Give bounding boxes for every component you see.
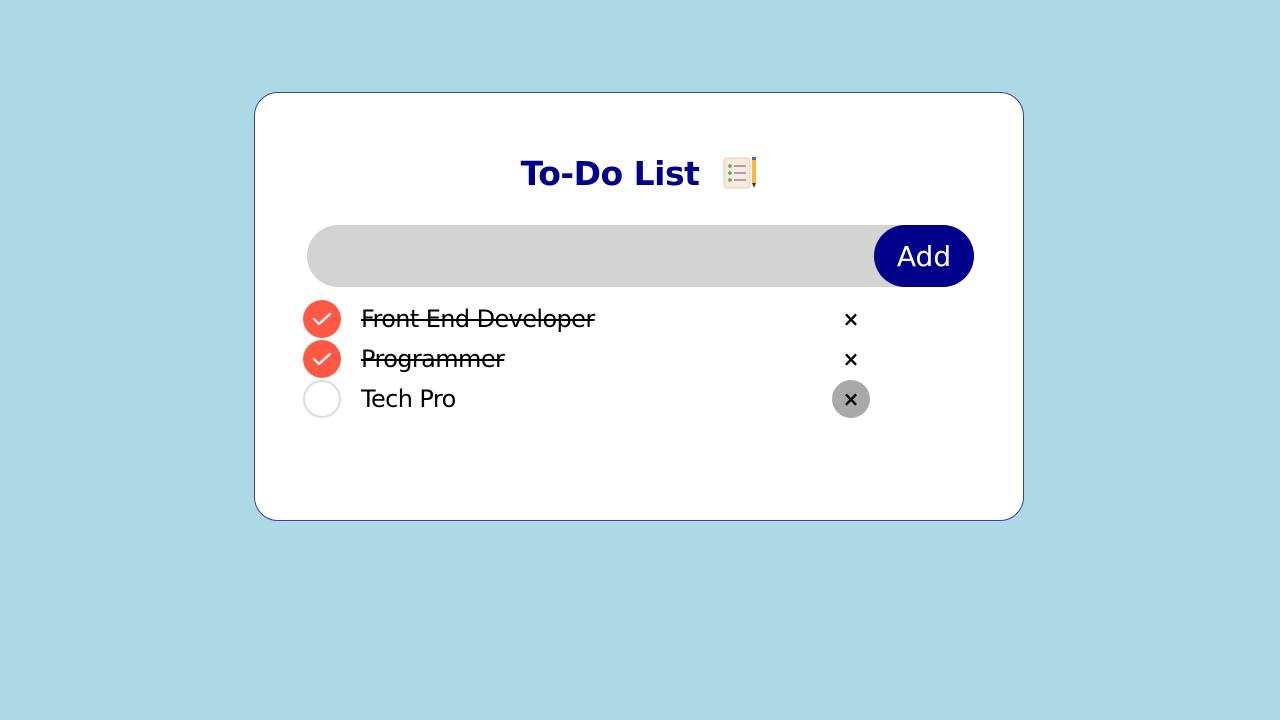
delete-button[interactable]: × (832, 340, 870, 378)
task-list: Front End Developer × Programmer × Tech … (303, 299, 883, 419)
title-row: To-Do List (255, 143, 1025, 203)
delete-button[interactable]: × (832, 300, 870, 338)
task-text[interactable]: Front End Developer (361, 299, 595, 339)
notepad-pencil-icon (723, 157, 757, 189)
add-button[interactable]: Add (874, 225, 974, 287)
todo-card: To-Do List Add Front End Developer × Pro… (254, 92, 1024, 521)
delete-button[interactable]: × (832, 380, 870, 418)
task-item[interactable]: Front End Developer × (303, 299, 883, 339)
task-input[interactable] (327, 225, 871, 289)
task-text[interactable]: Tech Pro (361, 379, 456, 419)
task-input-row: Add (307, 225, 974, 289)
page-title: To-Do List (520, 153, 700, 193)
unchecked-circle-icon[interactable] (303, 380, 341, 418)
checked-circle-icon[interactable] (303, 340, 341, 378)
checked-circle-icon[interactable] (303, 300, 341, 338)
task-text[interactable]: Programmer (361, 339, 505, 379)
task-item[interactable]: Tech Pro × (303, 379, 883, 419)
task-item[interactable]: Programmer × (303, 339, 883, 379)
